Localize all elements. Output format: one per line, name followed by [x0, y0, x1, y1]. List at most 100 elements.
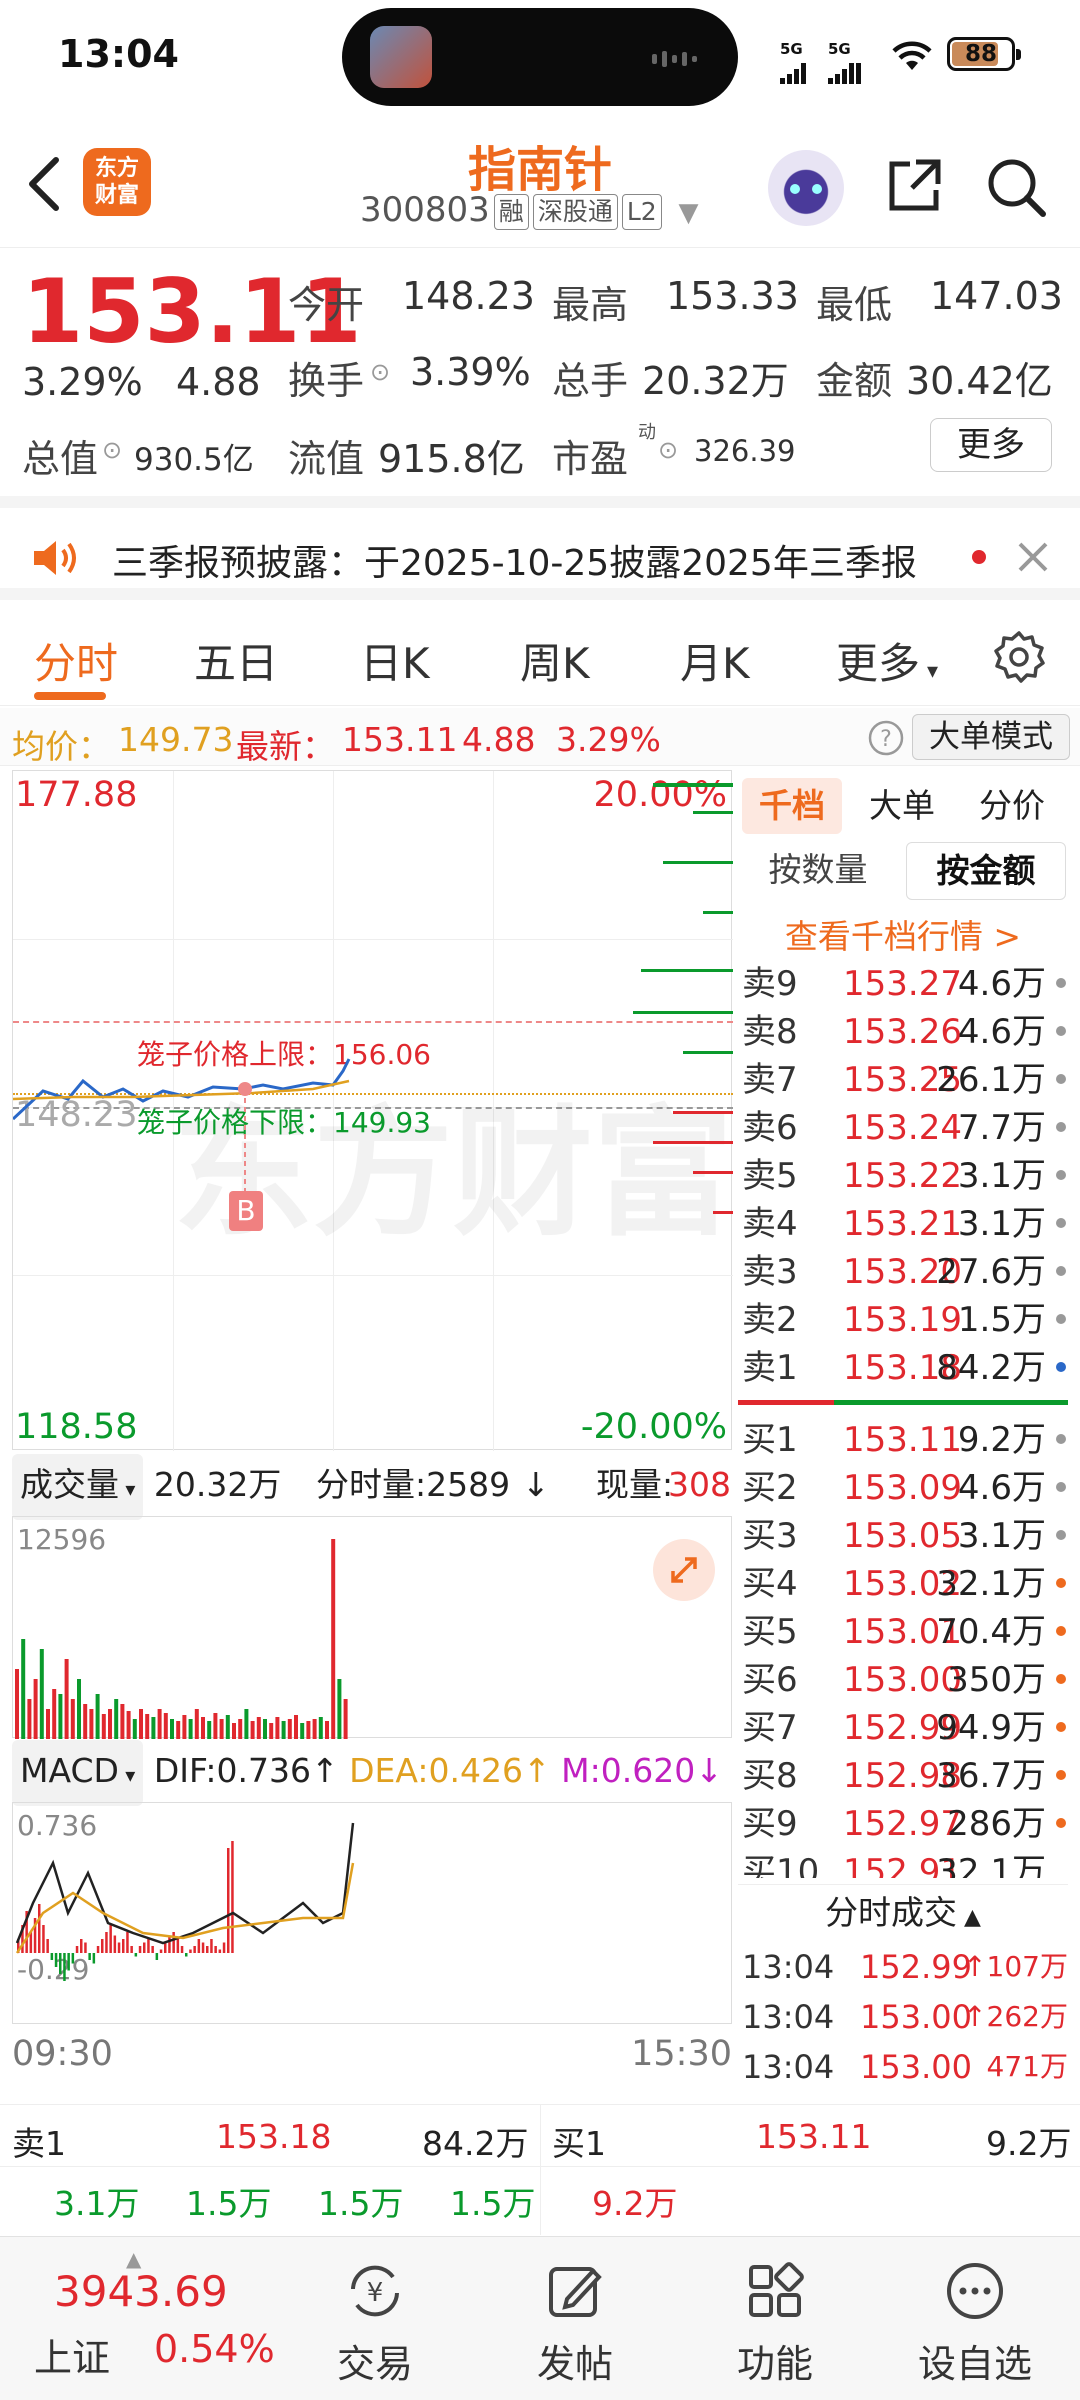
tab-price-dist[interactable]: 分价	[962, 778, 1062, 834]
big-order-mode-button[interactable]: 大单模式	[912, 714, 1070, 760]
tab-weekly-k[interactable]: 周K	[520, 630, 590, 691]
ask-row[interactable]: 卖7 153.25 26.1万	[738, 1056, 1068, 1104]
trade-row: 13:04 152.99 ↑107万	[738, 1942, 1068, 1992]
stock-code: 300803	[360, 190, 490, 230]
bid-row[interactable]: 买6 153.00 350万	[738, 1656, 1068, 1704]
tab-intraday[interactable]: 分时	[34, 630, 118, 691]
ask-row[interactable]: 卖2 153.19 1.5万	[738, 1296, 1068, 1344]
level-dot-icon	[1056, 1626, 1066, 1636]
tab-monthly-k[interactable]: 月K	[680, 630, 750, 691]
level-label: 买10	[742, 1852, 820, 1878]
tab-more[interactable]: 更多 ▾	[836, 630, 938, 691]
ask-row[interactable]: 卖3 153.20 27.6万	[738, 1248, 1068, 1296]
trades-header[interactable]: 分时成交 ▲	[738, 1884, 1068, 1940]
view-depth-link[interactable]: 查看千档行情 >	[738, 910, 1068, 958]
edit-icon	[549, 2267, 602, 2317]
status-time: 13:04	[58, 32, 179, 76]
level-dot-icon	[1056, 1674, 1066, 1684]
ask-row[interactable]: 卖5 153.22 3.1万	[738, 1152, 1068, 1200]
time-start: 09:30	[12, 2034, 113, 2074]
trade-row: 13:04 153.00 ↑262万	[738, 1992, 1068, 2042]
level-label: 买3	[742, 1516, 798, 1556]
level-volume: 3.1万	[957, 1516, 1046, 1556]
current-volume-value: 308	[668, 1465, 731, 1504]
level-dot-icon	[1056, 1818, 1066, 1828]
level-label: 买5	[742, 1612, 798, 1652]
intraday-price-chart[interactable]: 东方财富 177.88 20.00% 118.58 -20.00% 148.23…	[12, 770, 733, 1451]
ask-row[interactable]: 卖1 153.18 84.2万	[738, 1344, 1068, 1392]
live-activity-app-icon[interactable]	[370, 26, 432, 88]
nav-post[interactable]: 发帖	[500, 2237, 650, 2397]
nav-trade[interactable]: ¥ 交易	[300, 2237, 450, 2397]
bid-row[interactable]: 买7 152.99 94.9万	[738, 1704, 1068, 1752]
level-label: 买2	[742, 1468, 798, 1508]
low-label: 最低	[816, 283, 893, 327]
volume-per-minute: 分时量:2589	[316, 1465, 511, 1504]
tab-5day[interactable]: 五日	[194, 630, 278, 691]
index-percent: 0.54%	[154, 2327, 275, 2371]
share-icon[interactable]	[884, 156, 944, 216]
trade-price: 153.00	[860, 2048, 972, 2086]
pe-info-icon[interactable]: ⊙	[658, 436, 678, 464]
by-amount-button[interactable]: 按金额	[906, 842, 1066, 900]
volume-selector[interactable]: 成交量 ▾	[12, 1454, 144, 1520]
level-volume: 9.2万	[957, 1420, 1046, 1460]
expand-icon[interactable]	[653, 1539, 715, 1601]
buy1-price: 153.11	[756, 2117, 872, 2156]
level-label: 买9	[742, 1804, 798, 1844]
by-quantity-button[interactable]: 按数量	[738, 842, 898, 900]
quote-panel: 153.11 3.29% 4.88 总值 ⊙ 930.5亿 今开 148.23 …	[0, 250, 1080, 490]
ask-row[interactable]: 卖8 153.26 4.6万	[738, 1008, 1068, 1056]
ask-row[interactable]: 卖4 153.21 3.1万	[738, 1200, 1068, 1248]
search-icon[interactable]	[985, 156, 1047, 218]
tab-daily-k[interactable]: 日K	[360, 630, 430, 691]
ask-row[interactable]: 卖9 153.27 4.6万	[738, 960, 1068, 1008]
buy1-label: 买1	[552, 2124, 606, 2163]
svg-text:¥: ¥	[367, 2278, 384, 2308]
level-dot-icon	[1056, 1218, 1066, 1228]
level-price: 153.11	[843, 1420, 962, 1460]
bid-row[interactable]: 买9 152.97 286万	[738, 1800, 1068, 1848]
bid-row[interactable]: 买3 153.05 3.1万	[738, 1512, 1068, 1560]
level-dot-icon	[1056, 978, 1066, 988]
bid-row[interactable]: 买4 153.02 32.1万	[738, 1560, 1068, 1608]
signal-1-label: 5G	[780, 40, 803, 58]
tab-big-order[interactable]: 大单	[852, 778, 952, 834]
nav-functions[interactable]: 功能	[700, 2237, 850, 2397]
volume-chart[interactable]: 12596	[12, 1516, 732, 1739]
macd-selector[interactable]: MACD ▾	[12, 1740, 144, 1806]
level-price: 153.05	[843, 1516, 962, 1556]
sell1-label: 卖1	[12, 2124, 66, 2163]
bid-row[interactable]: 买1 153.11 9.2万	[738, 1416, 1068, 1464]
level-volume: 36.7万	[936, 1756, 1046, 1796]
buy-marker[interactable]: B	[229, 1191, 263, 1231]
dynamic-island[interactable]	[342, 8, 738, 106]
index-value: 3943.69	[54, 2267, 228, 2316]
info-icon[interactable]: ⊙	[102, 436, 122, 464]
more-button[interactable]: 更多	[930, 418, 1052, 472]
level-dot-icon	[1056, 1770, 1066, 1780]
level-volume: 4.6万	[957, 1468, 1046, 1508]
change-percent: 3.29%	[22, 360, 143, 404]
turnover-value: 3.39%	[410, 350, 531, 394]
help-icon[interactable]: ?	[868, 720, 904, 756]
nav-add-watchlist[interactable]: 设自选	[900, 2237, 1050, 2397]
bid-row[interactable]: 买2 153.09 4.6万	[738, 1464, 1068, 1512]
close-icon[interactable]	[1016, 540, 1050, 574]
ask-row[interactable]: 卖6 153.24 7.7万	[738, 1104, 1068, 1152]
macd-chart[interactable]: 0.736 -0.29	[12, 1802, 732, 2024]
chevron-down-icon[interactable]: ▼	[678, 198, 698, 228]
ai-assistant-icon[interactable]	[768, 150, 844, 226]
settings-gear-icon[interactable]	[992, 630, 1046, 684]
bid-row[interactable]: 买8 152.98 36.7万	[738, 1752, 1068, 1800]
tag-margin: 融	[493, 193, 529, 230]
bid-row[interactable]: 买10 152.91 32.1万	[738, 1848, 1068, 1878]
sell1-volume: 84.2万	[422, 2124, 529, 2163]
tab-depth[interactable]: 千档	[742, 778, 842, 834]
sell-queue-2: 1.5万	[186, 2184, 272, 2223]
notice-banner[interactable]: 三季报预披露：于2025-10-25披露2025年三季报	[0, 496, 1080, 600]
bid-row[interactable]: 买5 153.01 70.4万	[738, 1608, 1068, 1656]
index-ticker[interactable]: ▲ 3943.69 上证 0.54%	[30, 2247, 290, 2387]
stock-code-line[interactable]: 300803 融深股通 L2 ▼	[360, 190, 698, 230]
turnover-info-icon[interactable]: ⊙	[370, 358, 390, 386]
